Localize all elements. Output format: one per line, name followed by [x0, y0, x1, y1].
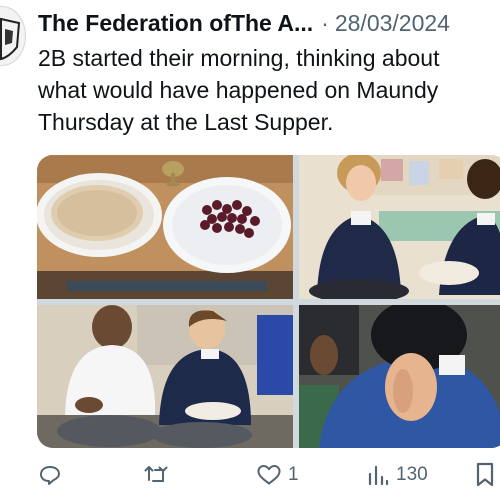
- like-count: 1: [288, 464, 299, 485]
- reply-icon: [38, 463, 62, 487]
- views-count: 130: [396, 464, 428, 485]
- bookmark-icon: [474, 462, 496, 488]
- tweet-date[interactable]: 28/03/2024: [335, 8, 450, 38]
- tweet-text: 2B started their morning, thinking about…: [38, 42, 500, 138]
- tweet-actions: 1 130: [38, 458, 500, 492]
- tweet-text-line: what would have happened on Maundy: [38, 77, 439, 103]
- children-sitting-photo[interactable]: [299, 155, 500, 299]
- views-icon: [366, 463, 390, 487]
- boys-holding-plate-photo[interactable]: [37, 305, 293, 448]
- tweet-header: The Federation ofThe A... · 28/03/2024: [38, 8, 500, 38]
- child-praying-photo[interactable]: [299, 305, 500, 448]
- retweet-button[interactable]: [144, 458, 176, 492]
- media-grid: [37, 155, 500, 448]
- author-name[interactable]: The Federation ofThe A...: [38, 8, 313, 38]
- author-avatar[interactable]: [0, 6, 26, 66]
- header-separator: ·: [321, 10, 329, 36]
- like-icon: [256, 463, 282, 487]
- tweet-text-line: 2B started their morning, thinking about: [38, 45, 440, 71]
- reply-button[interactable]: [38, 458, 68, 492]
- bread-and-grapes-photo[interactable]: [37, 155, 293, 299]
- like-button[interactable]: 1: [256, 458, 299, 492]
- bookmark-button[interactable]: [474, 458, 496, 492]
- retweet-icon: [144, 463, 170, 487]
- views-button[interactable]: 130: [366, 458, 428, 492]
- tweet-text-line: Thursday at the Last Supper.: [38, 109, 334, 135]
